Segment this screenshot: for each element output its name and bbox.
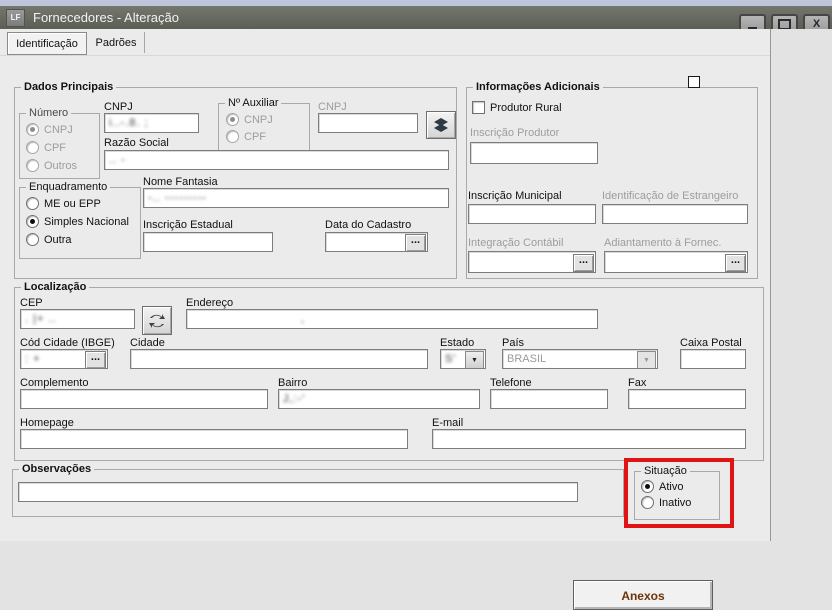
receita-layers-icon (432, 117, 450, 133)
integracao-contabil-ellipsis-button[interactable]: ... (573, 254, 594, 272)
radio-aux-cpf[interactable]: CPF (226, 130, 266, 143)
cod-cidade-ibge-label: Cód Cidade (IBGE) (20, 337, 115, 349)
caixa-postal-field[interactable] (680, 349, 746, 369)
complemento-field[interactable] (20, 389, 268, 409)
swap-arrows-icon (148, 313, 166, 329)
observacoes-field[interactable] (18, 482, 578, 502)
tab-padroes[interactable]: Padrões (88, 32, 145, 53)
radio-numero-cnpj[interactable]: CNPJ (26, 123, 73, 136)
radio-icon (26, 233, 39, 246)
radio-icon (26, 159, 39, 172)
inscricao-produtor-label: Inscrição Produtor (470, 127, 559, 139)
checkbox-icon (472, 101, 485, 114)
integracao-contabil-label: Integração Contábil (468, 237, 563, 249)
group-informacoes-adicionais-legend: Informações Adicionais (473, 81, 603, 93)
telefone-label: Telefone (490, 377, 532, 389)
estado-label: Estado (440, 337, 474, 349)
radio-icon (26, 197, 39, 210)
app-icon: LF (6, 9, 25, 27)
consulta-receita-button[interactable] (426, 111, 456, 139)
bairro-field[interactable]: J,:-' (278, 389, 480, 409)
nome-fantasia-label: Nome Fantasia (143, 176, 218, 188)
radio-aux-cnpj[interactable]: CNPJ (226, 113, 273, 126)
pais-label: País (502, 337, 524, 349)
radio-icon (226, 130, 239, 143)
data-cadastro-ellipsis-button[interactable]: ... (405, 234, 426, 252)
email-field[interactable] (432, 429, 746, 449)
razao-social-field[interactable]: .. - (104, 150, 449, 170)
identificacao-estrangeiro-field[interactable] (602, 204, 748, 224)
tab-identificacao[interactable]: Identificação (7, 32, 87, 55)
endereco-field[interactable]: , (186, 309, 598, 329)
fax-label: Fax (628, 377, 646, 389)
inscricao-estadual-field[interactable] (143, 232, 273, 252)
cep-search-button[interactable] (142, 306, 172, 335)
cnpj-label: CNPJ (104, 101, 133, 113)
produtor-rural-checkbox[interactable]: Produtor Rural (472, 101, 562, 114)
razao-social-label: Razão Social (104, 137, 169, 149)
window-title: Fornecedores - Alteração (33, 10, 179, 25)
radio-icon (26, 215, 39, 228)
cep-field[interactable]: . |+ .. (20, 309, 135, 329)
fax-field[interactable] (628, 389, 746, 409)
inscricao-municipal-label: Inscrição Municipal (468, 190, 562, 202)
tab-page-identificacao: Dados Principais Número CNPJ CPF Outros … (0, 55, 770, 542)
cidade-label: Cidade (130, 337, 165, 349)
group-enquadramento-legend: Enquadramento (26, 181, 110, 193)
radio-icon (226, 113, 239, 126)
resize-handle (688, 76, 700, 88)
inscricao-municipal-field[interactable] (468, 204, 596, 224)
estado-combobox[interactable]: S' ▼ (440, 349, 486, 369)
cnpj-aux-field[interactable] (318, 113, 418, 133)
homepage-field[interactable] (20, 429, 408, 449)
group-numero-legend: Número (26, 107, 71, 119)
radio-enq-outra[interactable]: Outra (26, 233, 72, 246)
telefone-field[interactable] (490, 389, 608, 409)
nome-fantasia-field[interactable]: -.. --------- (143, 188, 449, 208)
identificacao-estrangeiro-label: Identificação de Estrangeiro (602, 190, 738, 202)
cnpj-aux-label: CNPJ (318, 101, 347, 113)
data-cadastro-field[interactable]: ... (325, 232, 428, 252)
radio-icon (26, 141, 39, 154)
cod-cidade-ibge-field[interactable]: : + ... (20, 349, 108, 369)
pais-dropdown-arrow: ▼ (637, 351, 656, 369)
inscricao-estadual-label: Inscrição Estadual (143, 219, 233, 231)
anexos-button[interactable]: Anexos (573, 580, 713, 610)
email-label: E-mail (432, 417, 463, 429)
endereco-label: Endereço (186, 297, 233, 309)
cnpj-field[interactable]: i..-.8. ; (104, 113, 199, 133)
radio-numero-outros[interactable]: Outros (26, 159, 77, 172)
group-localizacao-legend: Localização (21, 281, 89, 293)
cod-cidade-ellipsis-button[interactable]: ... (85, 351, 106, 369)
data-cadastro-label: Data do Cadastro (325, 219, 411, 231)
annotation-red-rectangle (624, 458, 734, 528)
adiantamento-fornec-field[interactable]: ... (604, 251, 748, 273)
estado-dropdown-arrow[interactable]: ▼ (465, 351, 484, 369)
adiantamento-fornec-label: Adiantamento à Fornec. (604, 237, 721, 249)
inscricao-produtor-field[interactable] (470, 142, 598, 164)
form-panel: Identificação Padrões Dados Principais N… (0, 29, 771, 541)
cidade-field[interactable] (130, 349, 428, 369)
pais-combobox[interactable]: BRASIL ▼ (502, 349, 658, 369)
complemento-label: Complemento (20, 377, 88, 389)
group-aux-legend: Nº Auxiliar (225, 97, 281, 109)
adiantamento-fornec-ellipsis-button[interactable]: ... (725, 254, 746, 272)
integracao-contabil-field[interactable]: ... (468, 251, 596, 273)
radio-numero-cpf[interactable]: CPF (26, 141, 66, 154)
radio-enq-me-epp[interactable]: ME ou EPP (26, 197, 101, 210)
homepage-label: Homepage (20, 417, 74, 429)
window-titlebar: LF Fornecedores - Alteração X (0, 6, 832, 29)
caixa-postal-label: Caixa Postal (680, 337, 742, 349)
radio-icon (26, 123, 39, 136)
radio-enq-simples-nacional[interactable]: Simples Nacional (26, 215, 129, 228)
bairro-label: Bairro (278, 377, 307, 389)
group-observacoes-legend: Observações (19, 463, 94, 475)
cep-label: CEP (20, 297, 43, 309)
right-toolbar: ? (771, 29, 832, 541)
group-dados-principais-legend: Dados Principais (21, 81, 116, 93)
